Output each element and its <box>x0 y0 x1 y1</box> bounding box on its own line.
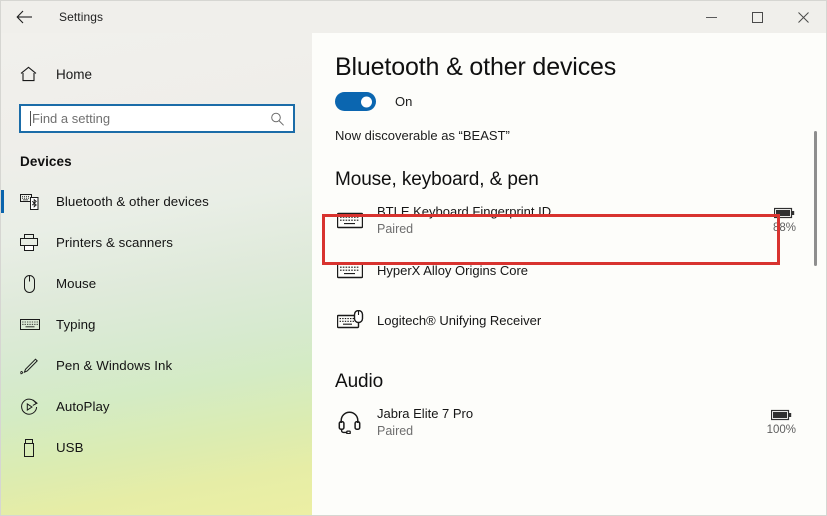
sidebar-item-printers-scanners[interactable]: Printers & scanners <box>1 222 312 263</box>
keyboard-icon <box>20 318 42 331</box>
device-text: BTLE Keyboard Fingerprint ID Paired <box>377 203 551 238</box>
sidebar-section-title: Devices <box>20 154 72 169</box>
discoverable-text: Now discoverable as “BEAST” <box>335 128 510 143</box>
pen-icon <box>20 357 42 375</box>
sidebar-item-home[interactable]: Home <box>1 57 312 91</box>
maximize-icon <box>751 11 763 23</box>
group-title-audio: Audio <box>335 371 384 392</box>
usb-icon <box>20 438 42 457</box>
sidebar: Home Find a setting Devices Bluetooth & … <box>1 33 312 515</box>
toggle-knob <box>361 96 372 107</box>
close-button[interactable] <box>780 1 826 33</box>
device-name: HyperX Alloy Origins Core <box>377 262 528 278</box>
main-content: Bluetooth & other devices On Now discove… <box>312 33 826 515</box>
close-icon <box>797 11 809 23</box>
sidebar-item-bluetooth-other-devices[interactable]: Bluetooth & other devices <box>1 181 312 222</box>
keyboard-mouse-icon <box>335 310 365 330</box>
sidebar-item-typing[interactable]: Typing <box>1 304 312 345</box>
settings-window: Settings Home Find a setting Devices Blu… <box>0 0 827 516</box>
sidebar-item-label: Printers & scanners <box>56 235 173 250</box>
mouse-icon <box>20 274 42 293</box>
bluetooth-toggle[interactable] <box>335 92 376 111</box>
keyboard-icon <box>335 212 365 229</box>
window-controls <box>688 1 826 33</box>
device-status: Paired <box>377 221 414 236</box>
app-title: Settings <box>59 10 104 24</box>
sidebar-item-mouse[interactable]: Mouse <box>1 263 312 304</box>
headset-icon <box>335 410 365 434</box>
sidebar-item-autoplay[interactable]: AutoPlay <box>1 386 312 427</box>
bluetooth-devices-icon <box>20 193 42 210</box>
page-title: Bluetooth & other devices <box>335 53 617 81</box>
battery-icon <box>770 409 791 420</box>
search-placeholder: Find a setting <box>32 111 111 126</box>
battery-indicator: 100% <box>767 409 796 436</box>
battery-percent: 88% <box>772 221 796 234</box>
sidebar-item-label: Typing <box>56 317 96 332</box>
device-status: Paired <box>377 423 414 438</box>
device-text: HyperX Alloy Origins Core <box>377 262 528 279</box>
device-row-jabra-elite-7-pro[interactable]: Jabra Elite 7 Pro Paired 100% <box>312 397 826 447</box>
battery-icon <box>773 207 795 218</box>
selection-indicator <box>1 190 4 213</box>
device-name: BTLE Keyboard Fingerprint ID <box>377 203 552 219</box>
device-list-audio: Jabra Elite 7 Pro Paired 100% <box>312 397 826 447</box>
sidebar-item-label: Pen & Windows Ink <box>56 358 173 373</box>
search-input[interactable]: Find a setting <box>19 104 295 133</box>
minimize-icon <box>705 16 717 18</box>
autoplay-icon <box>20 398 42 416</box>
device-row-hyperx-alloy[interactable]: HyperX Alloy Origins Core <box>312 245 826 295</box>
minimize-button[interactable] <box>688 1 734 33</box>
device-name: Jabra Elite 7 Pro <box>377 405 474 421</box>
main-scrollbar[interactable] <box>810 33 820 515</box>
sidebar-item-label: AutoPlay <box>56 399 110 414</box>
text-caret <box>30 111 31 126</box>
battery-percent: 100% <box>766 423 796 436</box>
scrollbar-thumb[interactable] <box>814 131 817 266</box>
back-arrow-icon <box>15 10 32 24</box>
sidebar-item-label: Mouse <box>56 276 97 291</box>
home-label: Home <box>56 66 93 82</box>
title-bar: Settings <box>1 1 826 33</box>
device-text: Logitech® Unifying Receiver <box>377 312 541 329</box>
maximize-button[interactable] <box>734 1 780 33</box>
device-text: Jabra Elite 7 Pro Paired <box>377 405 473 440</box>
search-icon[interactable] <box>270 111 285 126</box>
keyboard-icon <box>335 262 365 279</box>
sidebar-item-label: USB <box>56 440 84 455</box>
bluetooth-toggle-row: On <box>335 92 826 111</box>
device-row-btle-keyboard[interactable]: BTLE Keyboard Fingerprint ID Paired 88% <box>312 195 826 245</box>
device-row-logitech-unifying-receiver[interactable]: Logitech® Unifying Receiver <box>312 295 826 345</box>
home-icon <box>20 66 42 82</box>
battery-indicator: 88% <box>773 207 796 234</box>
sidebar-item-label: Bluetooth & other devices <box>56 194 209 209</box>
printer-icon <box>20 234 42 251</box>
group-title-mouse-keyboard-pen: Mouse, keyboard, & pen <box>335 169 539 190</box>
device-name: Logitech® Unifying Receiver <box>377 312 542 328</box>
sidebar-item-pen-windows-ink[interactable]: Pen & Windows Ink <box>1 345 312 386</box>
sidebar-nav-list: Bluetooth & other devices Printers & sca… <box>1 181 312 468</box>
back-button[interactable] <box>1 1 47 33</box>
bluetooth-toggle-label: On <box>395 94 413 109</box>
sidebar-item-usb[interactable]: USB <box>1 427 312 468</box>
device-list-mouse-keyboard-pen: BTLE Keyboard Fingerprint ID Paired 88% <box>312 195 826 345</box>
